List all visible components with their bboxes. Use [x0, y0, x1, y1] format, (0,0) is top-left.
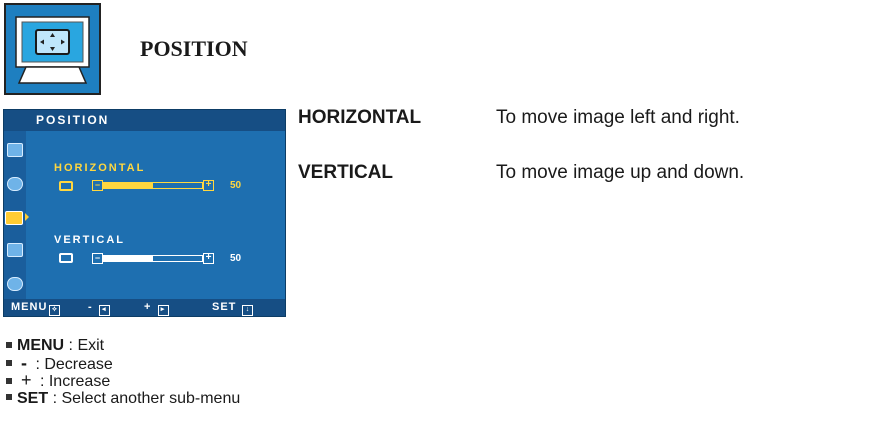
vertical-value: 50	[230, 253, 242, 264]
set-button-label: SET	[212, 301, 237, 313]
bullet-icon	[6, 341, 12, 348]
horizontal-value: 50	[230, 180, 242, 191]
legend-key: MENU	[17, 337, 65, 354]
osd-vertical-label: VERTICAL	[54, 234, 125, 246]
desc-text-horizontal: To move image left and right.	[496, 107, 740, 128]
desc-term-horizontal: HORIZONTAL	[298, 107, 422, 128]
menu-key-icon: ⟡	[49, 305, 61, 316]
bullet-icon	[6, 394, 12, 401]
minus-button[interactable]: - ◂	[88, 299, 110, 316]
osd-sidebar	[4, 131, 26, 301]
plus-button[interactable]: + ▸	[144, 299, 169, 316]
color-icon[interactable]	[7, 177, 23, 191]
legend-text: : Increase	[35, 373, 111, 390]
vertical-slider[interactable]	[102, 255, 203, 262]
legend-text: : Exit	[64, 337, 105, 354]
setup-icon[interactable]	[7, 277, 23, 291]
minus-button-label: -	[88, 301, 93, 313]
legend-item: + : Increase	[4, 370, 240, 390]
key-legend: MENU : Exit - : Decrease + : Increase SE…	[4, 337, 240, 407]
minus-key-icon: ◂	[98, 305, 110, 316]
legend-item: - : Decrease	[4, 354, 240, 373]
page-title: POSITION	[140, 36, 248, 61]
bullet-icon	[6, 377, 12, 384]
vertical-position-icon	[59, 253, 73, 263]
legend-text: : Select another sub-menu	[48, 389, 241, 407]
plus-button-label: +	[144, 301, 152, 313]
desc-term-vertical: VERTICAL	[298, 162, 393, 183]
desc-text-vertical: To move image up and down.	[496, 162, 745, 183]
menu-button[interactable]: MENU ⟡	[11, 299, 61, 316]
set-button[interactable]: SET ↓	[212, 299, 254, 316]
osd-horizontal-label: HORIZONTAL	[54, 162, 146, 174]
legend-item: SET : Select another sub-menu	[4, 390, 240, 408]
legend-text: : Decrease	[31, 355, 113, 373]
horizontal-slider[interactable]	[102, 182, 203, 189]
active-indicator-icon	[25, 213, 29, 221]
tracking-icon[interactable]	[7, 243, 23, 257]
set-key-icon: ↓	[242, 305, 254, 316]
monitor-position-icon	[4, 3, 101, 95]
position-icon[interactable]	[5, 211, 23, 225]
osd-footer: MENU ⟡ - ◂ + ▸ SET ↓	[4, 299, 285, 316]
menu-button-label: MENU	[11, 301, 48, 313]
vertical-slider-fill	[103, 256, 153, 261]
horizontal-plus-icon[interactable]: +	[203, 180, 214, 191]
horizontal-position-icon	[59, 181, 73, 191]
bullet-icon	[6, 360, 12, 367]
picture-icon[interactable]	[7, 143, 23, 157]
osd-menu-panel: POSITION HORIZONTAL − + 50 VERTICAL − + …	[3, 109, 286, 317]
legend-key: +	[21, 370, 32, 390]
plus-key-icon: ▸	[157, 305, 169, 316]
osd-title: POSITION	[4, 110, 285, 131]
legend-key: SET	[17, 389, 49, 407]
legend-item: MENU : Exit	[4, 337, 240, 355]
horizontal-slider-fill	[103, 183, 153, 188]
vertical-plus-icon[interactable]: +	[203, 253, 214, 264]
